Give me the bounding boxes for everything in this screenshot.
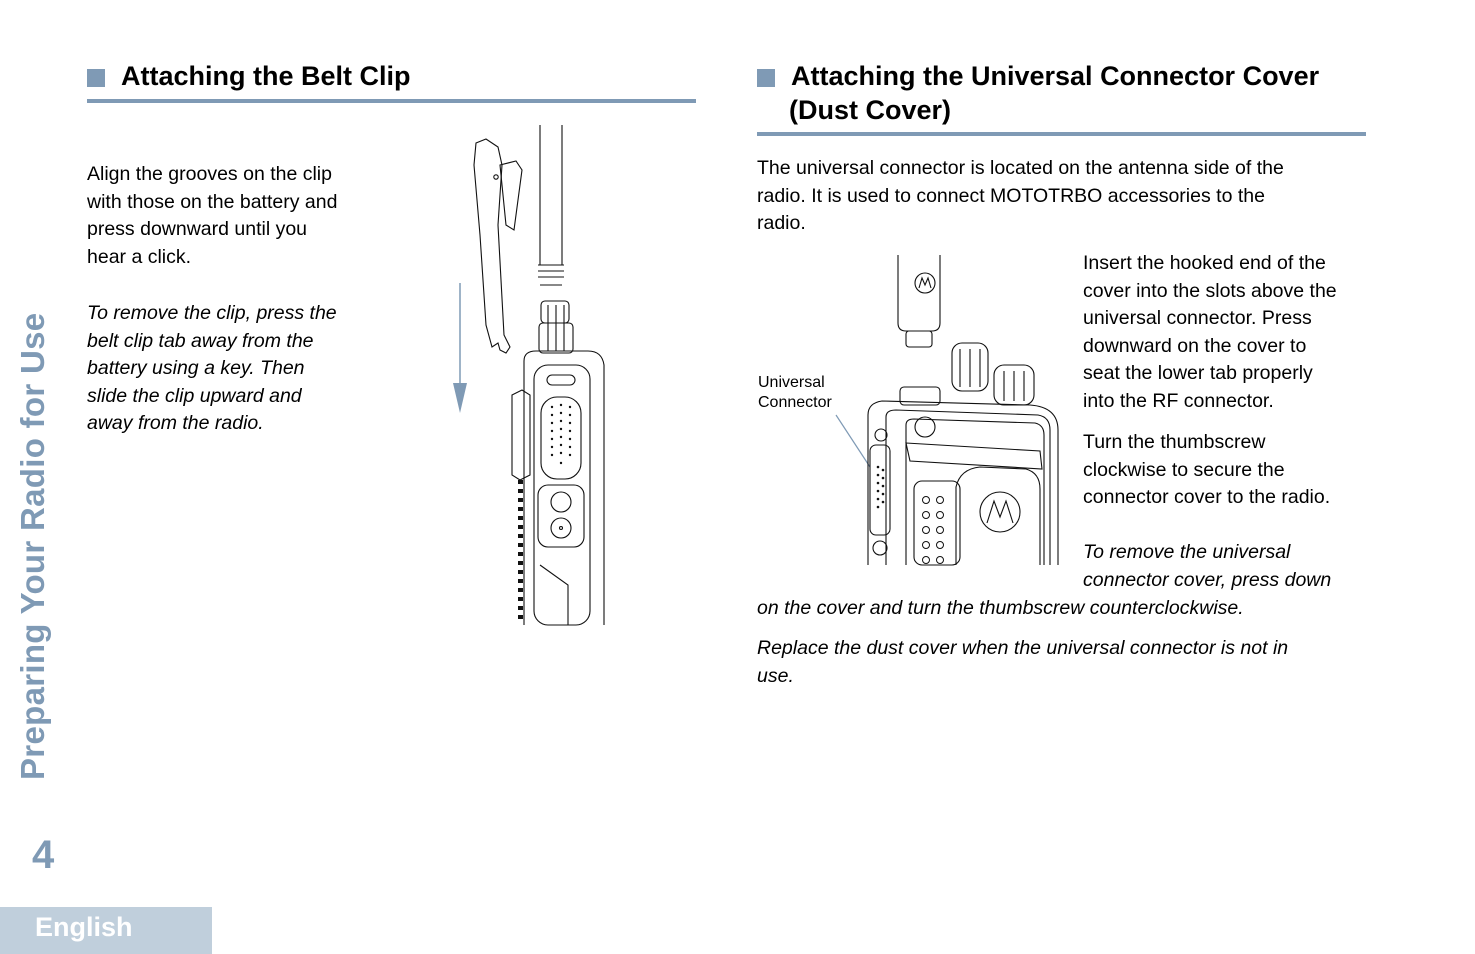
dust-cover-removal-note-end: on the cover and turn the thumbscrew cou… xyxy=(757,595,1377,623)
dust-cover-step-2: Turn the thumbscrew clockwise to secure … xyxy=(1083,429,1373,512)
heading-square-bullet xyxy=(87,69,105,87)
text-line: radio. xyxy=(757,212,806,235)
text-line: hear a click. xyxy=(87,245,192,268)
callout-line: Universal xyxy=(758,374,825,391)
dust-cover-heading-line2: (Dust Cover) xyxy=(789,95,952,125)
callout-line: Connector xyxy=(758,393,832,411)
text-line: cover into the slots above the xyxy=(1083,279,1337,302)
text-line: seat the lower tab properly xyxy=(1083,362,1313,385)
dust-cover-intro: The universal connector is located on th… xyxy=(757,155,1377,238)
text-line: into the RF connector. xyxy=(1083,389,1274,412)
text-line: radio. It is used to connect MOTOTRBO ac… xyxy=(757,184,1265,207)
text-line: To remove the universal xyxy=(1083,541,1291,563)
text-line: universal connector. Press xyxy=(1083,307,1312,330)
language-tab: English xyxy=(0,907,212,954)
dust-cover-shape xyxy=(897,255,941,332)
page-number: 4 xyxy=(32,833,55,877)
belt-clip-instruction: Align the grooves on the clip with those… xyxy=(87,161,387,271)
text-line: Replace the dust cover when the universa… xyxy=(757,637,1289,659)
text-line: Turn the thumbscrew xyxy=(1083,431,1266,453)
dust-cover-illustration xyxy=(835,255,1059,566)
text-line: Align the grooves on the clip xyxy=(87,163,332,185)
belt-clip-heading: Attaching the Belt Clip xyxy=(121,61,411,91)
dust-cover-heading-line1: Attaching the Universal Connector Cover xyxy=(791,61,1320,91)
callout-leader-line xyxy=(835,414,871,468)
text-line: press downward until you xyxy=(87,218,308,241)
speaker-grille xyxy=(550,403,572,465)
text-line: with those on the battery and xyxy=(87,190,338,213)
text-line: The universal connector is located on th… xyxy=(757,157,1284,179)
heading-square-bullet xyxy=(757,69,775,87)
text-line: battery using a key. Then xyxy=(87,357,305,380)
down-arrow-head xyxy=(453,383,467,413)
text-line: downward on the cover to xyxy=(1083,334,1307,357)
dust-cover-replace-note: Replace the dust cover when the universa… xyxy=(757,635,1377,690)
chapter-side-title: Preparing Your Radio for Use xyxy=(14,312,51,780)
text-line: connector cover, press down xyxy=(1083,568,1332,591)
heading-rule xyxy=(87,99,696,103)
text-line: slide the clip upward and xyxy=(87,384,302,407)
battery-grip-ridges xyxy=(518,480,523,619)
text-line: Insert the hooked end of the xyxy=(1083,252,1326,274)
belt-clip-removal-note: To remove the clip, press the belt clip … xyxy=(87,300,387,438)
dust-cover-removal-note-start: To remove the universal connector cover,… xyxy=(1083,539,1373,594)
text-line: To remove the clip, press the xyxy=(87,302,337,324)
universal-connector-pins xyxy=(876,465,885,509)
belt-clip-shape xyxy=(473,138,511,354)
text-line: clockwise to secure the xyxy=(1083,458,1285,481)
universal-connector-callout: Universal Connector xyxy=(758,373,832,412)
text-line: on the cover and turn the thumbscrew cou… xyxy=(757,597,1244,619)
text-line: away from the radio. xyxy=(87,412,264,435)
keypad-buttons xyxy=(922,496,944,564)
belt-clip-illustration xyxy=(453,125,605,626)
text-line: connector cover to the radio. xyxy=(1083,486,1331,509)
language-tab-label: English xyxy=(35,912,133,942)
text-line: belt clip tab away from the xyxy=(87,329,314,352)
heading-rule xyxy=(757,132,1366,136)
dust-cover-step-1: Insert the hooked end of the cover into … xyxy=(1083,250,1373,416)
text-line: use. xyxy=(757,664,794,687)
